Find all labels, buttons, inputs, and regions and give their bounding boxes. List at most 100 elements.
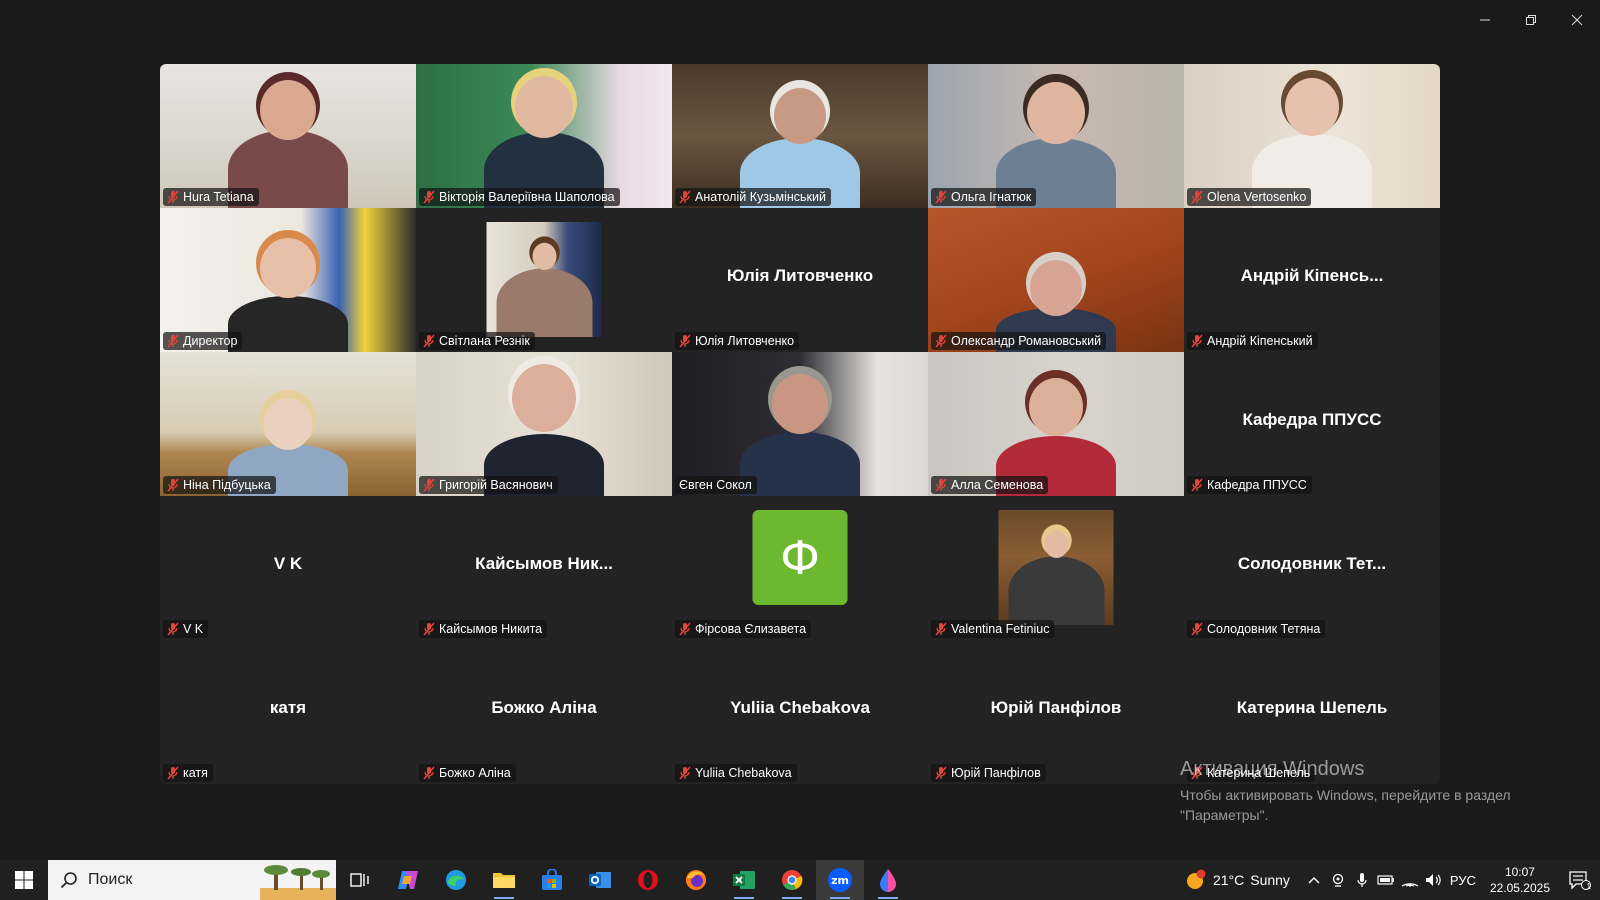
participant-tile[interactable]: Григорій Васянович — [416, 352, 672, 496]
participant-name-tag: Юрій Панфілов — [931, 764, 1046, 782]
show-hidden-icons-button[interactable] — [1302, 860, 1326, 900]
search-placeholder: Поиск — [88, 871, 133, 888]
participant-tile[interactable]: Yuliia Chebakova Yuliia Chebakova — [672, 640, 928, 784]
participant-name-tag: Фірсова Єлизавета — [675, 620, 812, 638]
participant-tile[interactable]: Директор — [160, 208, 416, 352]
chrome-button[interactable] — [768, 860, 816, 900]
task-view-button[interactable] — [336, 860, 384, 900]
participant-tile[interactable]: Ольга Ігнатюк — [928, 64, 1184, 208]
muted-mic-icon — [679, 190, 691, 204]
taskbar-search[interactable]: Поиск — [48, 860, 336, 900]
participant-video-figure — [740, 64, 860, 208]
zoom-window: Hura Tetiana Вікторія Валеріївна Шаполова… — [0, 0, 1600, 900]
wifi-icon — [1401, 883, 1419, 887]
participant-tile[interactable]: Алла Семенова — [928, 352, 1184, 496]
muted-mic-icon — [167, 334, 179, 348]
participant-tile[interactable]: V K V K — [160, 496, 416, 640]
excel-button[interactable] — [720, 860, 768, 900]
participant-tile[interactable]: Кафедра ППУСС Кафедра ППУСС — [1184, 352, 1440, 496]
profile-picture — [998, 510, 1114, 625]
zoom-icon: zm — [828, 868, 852, 892]
muted-mic-icon — [167, 478, 179, 492]
participant-tile[interactable]: Євген Сокол — [672, 352, 928, 496]
participant-name: V K — [183, 622, 204, 636]
muted-mic-icon — [935, 190, 947, 204]
opera-button[interactable] — [624, 860, 672, 900]
store-button[interactable] — [528, 860, 576, 900]
muted-mic-icon — [1191, 190, 1203, 204]
participant-name: Hura Tetiana — [183, 190, 254, 204]
window-controls — [1462, 0, 1600, 40]
muted-mic-icon — [1191, 478, 1203, 492]
participant-tile[interactable]: Ніна Підбуцька — [160, 352, 416, 496]
clock[interactable]: 10:07 22.05.2025 — [1480, 864, 1560, 896]
participant-name-tag: Olena Vertosenko — [1187, 188, 1312, 206]
participant-name-tag: Андрій Кіпенський — [1187, 332, 1318, 350]
notification-center-button[interactable]: 1 — [1560, 860, 1600, 900]
participant-display-name: Кайсымов Ник... — [475, 554, 613, 573]
participant-display-name: Андрій Кіпенсь... — [1240, 266, 1384, 285]
participant-name-tag: Кайсымов Никита — [419, 620, 548, 638]
minimize-button[interactable] — [1462, 0, 1508, 40]
minimize-icon — [1480, 19, 1490, 21]
participant-tile[interactable]: Вікторія Валеріївна Шаполова — [416, 64, 672, 208]
microphone-tray[interactable] — [1350, 860, 1374, 900]
edge-icon — [446, 870, 466, 890]
volume-tray[interactable] — [1422, 860, 1446, 900]
muted-mic-icon — [167, 766, 179, 780]
participant-name-tag: Hura Tetiana — [163, 188, 259, 206]
profile-picture — [486, 222, 602, 337]
start-button[interactable] — [0, 860, 48, 900]
copilot-button[interactable] — [384, 860, 432, 900]
battery-tray[interactable] — [1374, 860, 1398, 900]
participant-tile[interactable]: Анатолій Кузьмінський — [672, 64, 928, 208]
muted-mic-icon — [423, 334, 435, 348]
participant-tile[interactable]: Світлана Резнік — [416, 208, 672, 352]
participant-tile[interactable]: Кайсымов Ник... Кайсымов Никита — [416, 496, 672, 640]
close-button[interactable] — [1554, 0, 1600, 40]
participant-tile[interactable]: Юрій Панфілов Юрій Панфілов — [928, 640, 1184, 784]
speaker-icon — [1425, 874, 1441, 886]
participant-tile[interactable]: Солодовник Тет... Солодовник Тетяна — [1184, 496, 1440, 640]
language-indicator[interactable]: РУС — [1446, 860, 1480, 900]
microphone-icon — [1357, 873, 1367, 887]
participant-name-tag: Вікторія Валеріївна Шаполова — [419, 188, 620, 206]
participant-tile[interactable]: Hura Tetiana — [160, 64, 416, 208]
participant-tile[interactable]: Божко Аліна Божко Аліна — [416, 640, 672, 784]
restore-button[interactable] — [1508, 0, 1554, 40]
outlook-button[interactable] — [576, 860, 624, 900]
network-tray[interactable] — [1398, 860, 1422, 900]
participant-name: Кафедра ППУСС — [1207, 478, 1307, 492]
participant-tile[interactable]: Андрій Кіпенсь... Андрій Кіпенський — [1184, 208, 1440, 352]
participant-tile[interactable]: Olena Vertosenko — [1184, 64, 1440, 208]
drop-app-button[interactable] — [864, 860, 912, 900]
participant-name: Valentina Fetiniuc — [951, 622, 1050, 636]
participant-name-tag: Євген Сокол — [675, 476, 757, 494]
participant-video-figure — [1252, 64, 1372, 208]
participant-name-tag: Григорій Васянович — [419, 476, 558, 494]
edge-button[interactable] — [432, 860, 480, 900]
participant-name-tag: Анатолій Кузьмінський — [675, 188, 831, 206]
watermark-line-2: "Параметры". — [1180, 807, 1269, 823]
firefox-icon — [686, 870, 706, 890]
participant-display-name: Катерина Шепель — [1236, 698, 1388, 717]
participant-tile[interactable]: Ф Фірсова Єлизавета — [672, 496, 928, 640]
participant-tile[interactable]: Valentina Fetiniuc — [928, 496, 1184, 640]
muted-mic-icon — [167, 190, 179, 204]
weather-widget[interactable]: 21°C Sunny — [1173, 869, 1302, 891]
participant-name: Алла Семенова — [951, 478, 1044, 492]
participant-name-tag: V K — [163, 620, 209, 638]
firefox-button[interactable] — [672, 860, 720, 900]
participant-name: Григорій Васянович — [439, 478, 553, 492]
participant-video-figure — [484, 352, 604, 496]
participant-tile[interactable]: катя катя — [160, 640, 416, 784]
participant-video-figure — [740, 352, 860, 496]
taskbar: Поиск zm 21°C Sunny РУС 10:07 22.05.2025… — [0, 860, 1600, 900]
zoom-button[interactable]: zm — [816, 860, 864, 900]
file-explorer-button[interactable] — [480, 860, 528, 900]
webcam-tray[interactable] — [1326, 860, 1350, 900]
participant-tile[interactable]: Юлія Литовченко Юлія Литовченко — [672, 208, 928, 352]
clock-time: 10:07 — [1504, 865, 1535, 879]
watermark-title: Активация Windows — [1180, 758, 1365, 780]
participant-tile[interactable]: Олександр Романовський — [928, 208, 1184, 352]
